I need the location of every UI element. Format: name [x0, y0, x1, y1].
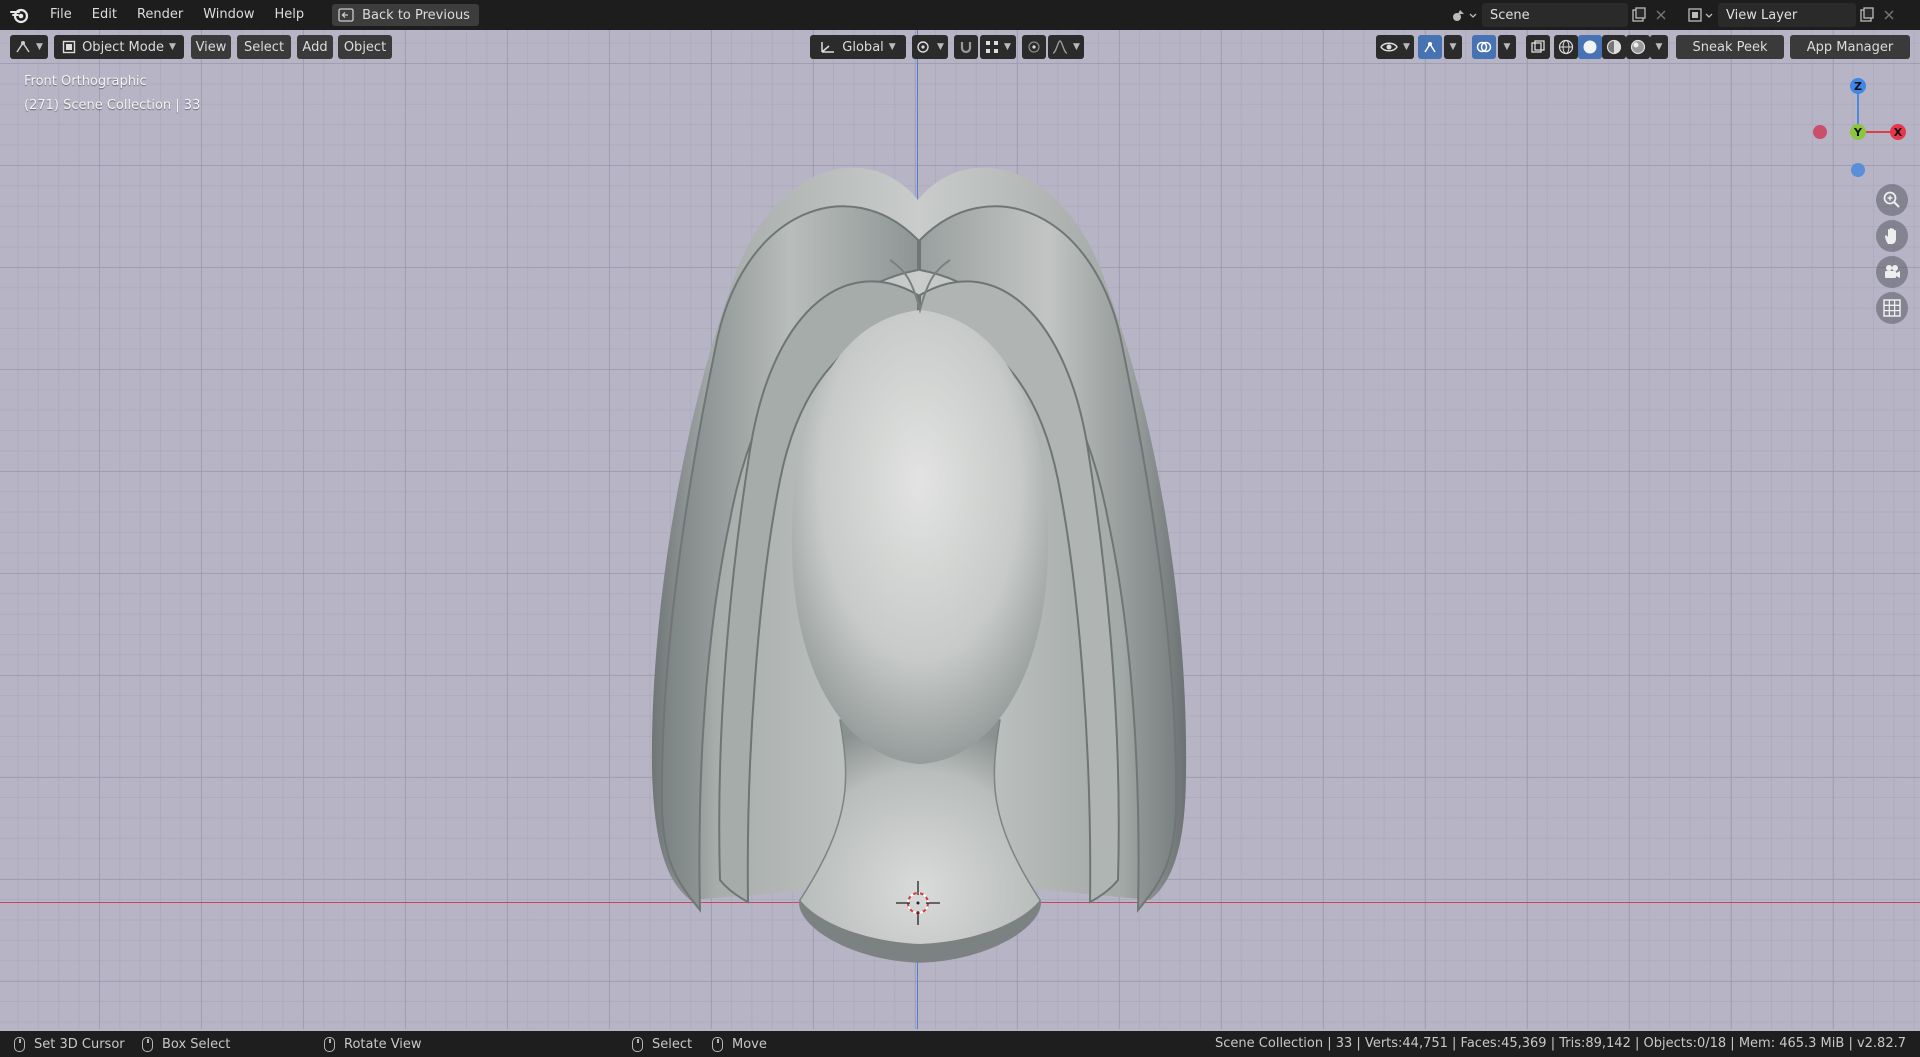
show-overlays-toggle[interactable]	[1472, 35, 1496, 59]
back-arrow-icon	[338, 8, 354, 22]
overlays-options-dropdown[interactable]: ▼	[1498, 35, 1516, 59]
new-view-layer-icon[interactable]	[1856, 4, 1878, 26]
gizmo-x-label: X	[1894, 126, 1903, 139]
viewport-header: ▼ Object Mode ▼ View Select Add Object G…	[0, 30, 1920, 64]
solid-shading-button[interactable]	[1578, 35, 1602, 59]
object-mode-label: Object Mode	[82, 39, 164, 55]
gizmo-toggle-icon	[1424, 42, 1436, 53]
status-select: Select	[632, 1036, 693, 1052]
select-menu[interactable]: Select	[237, 35, 291, 59]
scene-statistics: Scene Collection | 33 | Verts:44,751 | F…	[1215, 1036, 1906, 1051]
navigation-gizmo[interactable]: Z X Y	[1810, 70, 1920, 180]
back-to-previous-label: Back to Previous	[362, 7, 470, 23]
back-to-previous-button[interactable]: Back to Previous	[332, 4, 479, 26]
menu-help[interactable]: Help	[265, 0, 315, 30]
status-box-select: Box Select	[142, 1036, 231, 1052]
view-layer-selector: View Layer	[1684, 3, 1900, 27]
transform-orientation-dropdown[interactable]: Global ▼	[810, 35, 906, 59]
pivot-icon	[917, 41, 929, 53]
top-menu-bar: File Edit Render Window Help Back to Pre…	[0, 0, 1920, 30]
eye-icon	[1380, 42, 1398, 52]
snap-grid-icon	[986, 41, 999, 53]
status-set-cursor: Set 3D Cursor	[14, 1036, 125, 1052]
wireframe-shading-button[interactable]	[1554, 35, 1578, 59]
scene-name-field[interactable]: Scene	[1482, 3, 1628, 27]
show-gizmo-toggle[interactable]	[1418, 35, 1442, 59]
material-preview-button[interactable]	[1602, 35, 1626, 59]
orientation-label: Global	[842, 39, 884, 55]
box-select-label: Box Select	[162, 1036, 231, 1052]
material-sphere-icon	[1606, 39, 1622, 55]
zoom-icon	[1883, 191, 1900, 208]
proportional-edit-toggle[interactable]	[1022, 35, 1046, 59]
menu-window[interactable]: Window	[193, 0, 264, 30]
object-mode-dropdown[interactable]: Object Mode ▼	[54, 35, 184, 59]
new-scene-icon[interactable]	[1628, 4, 1650, 26]
menu-edit[interactable]: Edit	[82, 0, 127, 30]
editor-type-button[interactable]: ▼	[10, 35, 48, 59]
hand-icon	[1885, 228, 1896, 244]
snap-toggle[interactable]	[954, 35, 978, 59]
remove-view-layer-icon[interactable]	[1878, 4, 1900, 26]
scene-selector: Scene	[1446, 3, 1672, 27]
app-manager-button[interactable]: App Manager	[1790, 35, 1910, 59]
ortho-toggle-button[interactable]	[1876, 292, 1908, 324]
overlays-icon	[1476, 41, 1492, 53]
add-menu[interactable]: Add	[297, 35, 333, 59]
menu-render[interactable]: Render	[127, 0, 193, 30]
set-cursor-label: Set 3D Cursor	[34, 1036, 125, 1052]
status-bar: Set 3D Cursor Box Select Rotate View Sel…	[0, 1031, 1920, 1057]
falloff-curve-icon	[1052, 40, 1068, 54]
editor-type-icon	[16, 41, 30, 53]
magnet-icon	[960, 42, 972, 54]
blender-logo-icon[interactable]	[0, 0, 40, 30]
move-label: Move	[732, 1036, 767, 1052]
scene-icon[interactable]	[1446, 4, 1482, 26]
right-drag-mouse-icon	[712, 1036, 723, 1052]
camera-view-button[interactable]	[1876, 256, 1908, 288]
left-drag-mouse-icon	[142, 1036, 153, 1052]
view-layer-icon[interactable]	[1684, 4, 1718, 26]
select-label: Select	[652, 1036, 693, 1052]
view-menu[interactable]: View	[191, 35, 231, 59]
object-mode-icon	[62, 40, 76, 54]
gizmo-z-label: Z	[1854, 80, 1862, 93]
status-rotate-view: Rotate View	[324, 1036, 422, 1052]
left-mouse-icon	[14, 1036, 25, 1052]
gizmo-options-dropdown[interactable]: ▼	[1444, 35, 1462, 59]
grid-icon	[1883, 299, 1901, 317]
xray-icon	[1531, 40, 1545, 53]
3d-viewport[interactable]: Front Orthographic (271) Scene Collectio…	[0, 30, 1920, 1029]
xray-toggle[interactable]	[1526, 35, 1550, 59]
view-name-label: Front Orthographic	[24, 74, 147, 89]
sneak-peek-button[interactable]: Sneak Peek	[1676, 35, 1784, 59]
pan-view-button[interactable]	[1876, 220, 1908, 252]
middle-mouse-icon	[324, 1036, 335, 1052]
rendered-sphere-icon	[1630, 39, 1646, 55]
shading-options-dropdown[interactable]: ▼	[1650, 35, 1668, 59]
view-layer-field[interactable]: View Layer	[1718, 3, 1856, 27]
right-mouse-icon	[632, 1036, 643, 1052]
remove-scene-icon[interactable]	[1650, 4, 1672, 26]
snap-target-dropdown[interactable]: ▼	[980, 35, 1016, 59]
pivot-point-dropdown[interactable]: ▼	[912, 35, 948, 59]
collection-info-label: (271) Scene Collection | 33	[24, 98, 201, 113]
visibility-dropdown[interactable]: ▼	[1376, 35, 1414, 59]
menu-file[interactable]: File	[40, 0, 82, 30]
solid-sphere-icon	[1583, 40, 1597, 54]
falloff-dropdown[interactable]: ▼	[1048, 35, 1084, 59]
hair-head-mesh[interactable]	[620, 120, 1220, 980]
proportional-icon	[1028, 41, 1040, 53]
object-menu[interactable]: Object	[338, 35, 392, 59]
rendered-shading-button[interactable]	[1626, 35, 1650, 59]
status-move: Move	[712, 1036, 767, 1052]
orientation-icon	[821, 42, 835, 53]
wireframe-sphere-icon	[1558, 39, 1574, 55]
rotate-view-label: Rotate View	[344, 1036, 422, 1052]
camera-icon	[1885, 265, 1900, 278]
zoom-view-button[interactable]	[1876, 184, 1908, 216]
3d-cursor-icon[interactable]	[894, 879, 942, 927]
gizmo-y-label: Y	[1853, 126, 1863, 139]
